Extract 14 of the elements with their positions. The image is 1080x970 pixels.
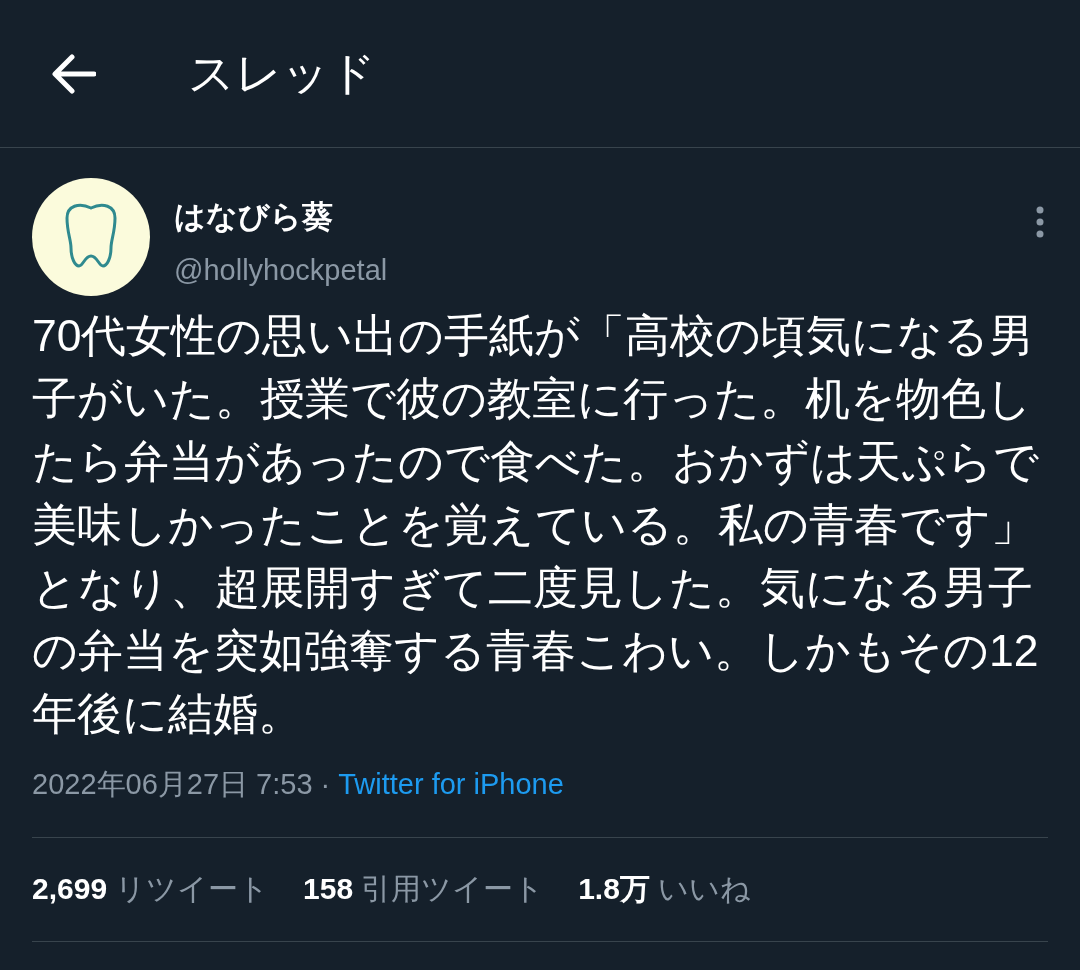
tweet-text: 70代女性の思い出の手紙が「高校の頃気になる男子がいた。授業で彼の教室に行った。机を物色したら弁当があったので食べた。おかずは天ぷらで美味しかったことを覚えている。私の青春です」となり、超展開すぎて二度見した。気になる男子の弁当を突如強奪する青春こわい。しかもその12年後に結婚。: [32, 310, 1040, 740]
separator: ·: [320, 767, 331, 802]
stat-label[interactable]: いいね: [657, 865, 751, 911]
stat-count[interactable]: 158: [303, 865, 354, 911]
author-handle[interactable]: @hollyhockpetal: [174, 248, 1032, 292]
stat-count[interactable]: 1.8万: [578, 865, 650, 911]
stat-label[interactable]: 引用ツイート: [361, 865, 545, 911]
timestamp: 2022年06月27日 7:53: [32, 767, 313, 802]
page-title: スレッド: [188, 46, 376, 101]
author-name[interactable]: はなびら葵: [174, 194, 1032, 241]
back-button[interactable]: [50, 53, 96, 94]
stat-label[interactable]: リツイート: [115, 865, 270, 911]
stat-count[interactable]: 2,699: [32, 865, 108, 911]
source-link[interactable]: Twitter for iPhone: [338, 763, 564, 807]
